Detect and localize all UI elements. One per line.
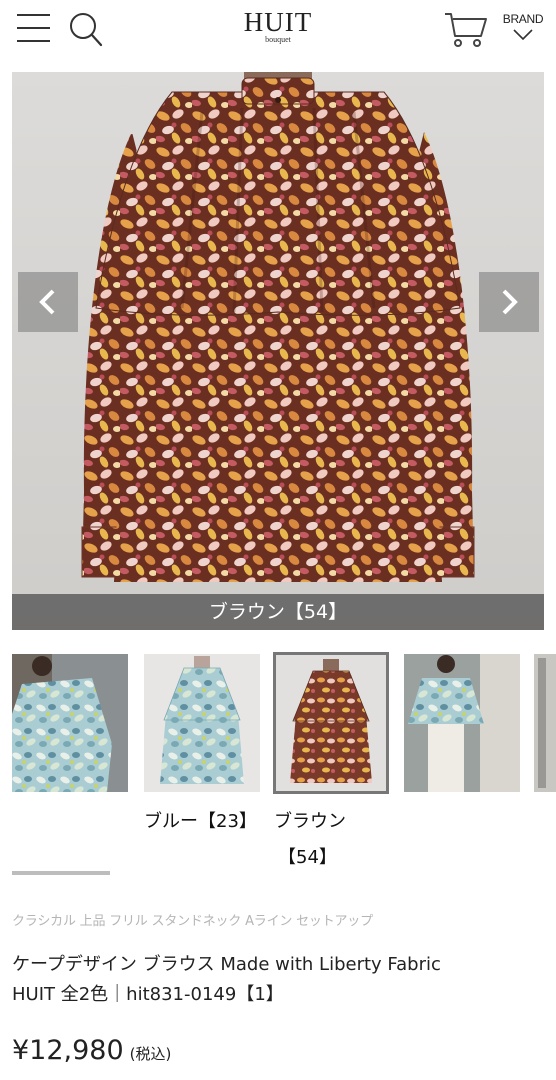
thumbnail-partial[interactable] — [534, 654, 556, 792]
hamburger-menu-icon[interactable] — [17, 12, 51, 44]
next-image-button[interactable] — [479, 272, 539, 332]
previous-image-button[interactable] — [18, 272, 78, 332]
product-title-line2: HUIT 全2色｜hit831-0149【1】 — [12, 984, 284, 1005]
product-price: ¥12,980 (税込) — [12, 1035, 171, 1066]
tax-note: (税込) — [129, 1045, 172, 1063]
thumbnail-strip — [0, 652, 556, 796]
image-caption: ブラウン【54】 — [208, 601, 348, 623]
site-header: HUIT bouquet BRAND — [0, 0, 556, 58]
product-title-line1: ケープデザイン ブラウス Made with Liberty Fabric — [12, 954, 441, 975]
blouse-photo — [81, 72, 475, 582]
thumbnail-image — [12, 654, 128, 792]
chevron-down-icon — [513, 29, 533, 41]
product-main-image[interactable]: ブラウン【54】 — [12, 72, 544, 630]
thumbnail-image — [404, 654, 520, 792]
thumbnail-image — [276, 655, 386, 791]
product-tags: クラシカル 上品 フリル スタンドネック Aライン セットアップ — [12, 914, 373, 929]
search-icon[interactable] — [68, 10, 104, 48]
product-title: ケープデザイン ブラウス Made with Liberty Fabric HU… — [12, 950, 542, 1010]
logo-text: HUIT — [243, 7, 313, 37]
chevron-left-icon — [39, 289, 55, 315]
image-caption-bar: ブラウン【54】 — [12, 594, 544, 630]
thumbnail-image — [144, 654, 260, 792]
color-option-brown[interactable]: ブラウン — [274, 806, 346, 838]
price-value: ¥12,980 — [12, 1035, 124, 1066]
color-option-blue[interactable]: ブルー【23】 — [144, 806, 257, 838]
thumbnail-blue[interactable] — [144, 654, 260, 792]
site-logo[interactable]: HUIT bouquet — [228, 8, 328, 44]
brand-label: BRAND — [502, 12, 544, 26]
logo-subtext: bouquet — [265, 35, 291, 44]
color-option-brown-count[interactable]: 【54】 — [278, 842, 337, 874]
cart-icon[interactable] — [444, 10, 488, 48]
thumbnail-model-blue[interactable] — [12, 654, 128, 792]
brand-menu-button[interactable]: BRAND — [500, 12, 546, 48]
thumbnail-scrollbar[interactable] — [12, 871, 110, 875]
chevron-right-icon — [502, 289, 518, 315]
thumbnail-model-blue-2[interactable] — [404, 654, 520, 792]
color-options: ブルー【23】 ブラウン 【54】 — [0, 806, 556, 876]
thumbnail-brown[interactable] — [273, 652, 389, 794]
thumbnail-image — [534, 654, 556, 792]
